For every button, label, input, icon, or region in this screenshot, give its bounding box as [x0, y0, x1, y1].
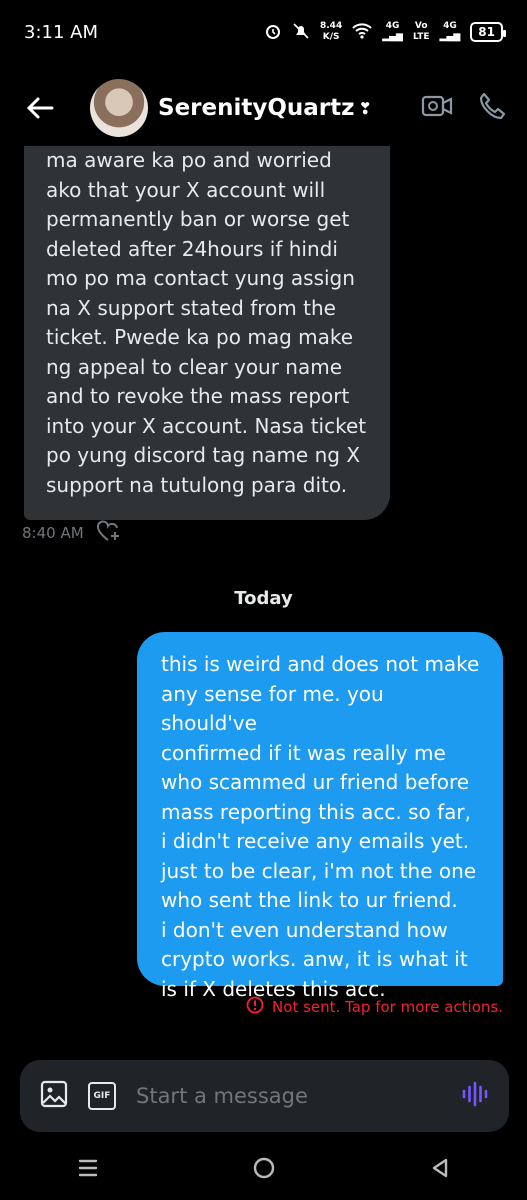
net-speed: 8.44 K/S [320, 21, 342, 43]
not-sent-text: Not sent. Tap for more actions. [272, 998, 503, 1016]
header-actions [421, 91, 507, 125]
signal-1: 4G ▂▄▆ [382, 21, 403, 42]
conversation-header: SerenityQuartz ❣ [0, 70, 527, 146]
back-nav-icon[interactable] [429, 1157, 451, 1183]
incoming-message-text: ma aware ka po and worried ako that your… [46, 148, 367, 497]
outgoing-message-bubble[interactable]: this is weird and does not make any sens… [137, 632, 503, 1001]
status-time: 3:11 AM [24, 21, 98, 43]
incoming-message-time: 8:40 AM [22, 524, 84, 542]
incoming-message-meta: 8:40 AM [22, 520, 122, 546]
signal-1-label: 4G [385, 21, 400, 31]
gif-label: GIF [93, 1091, 111, 1101]
back-arrow-icon[interactable] [20, 88, 60, 128]
outgoing-message-text: this is weird and does not make any sens… [161, 652, 480, 1001]
signal-2: 4G ▂▄▆ [439, 21, 461, 42]
message-input[interactable]: Start a message [136, 1084, 441, 1108]
contact-name[interactable]: SerenityQuartz [158, 95, 355, 121]
add-reaction-icon[interactable] [96, 520, 122, 546]
volte: Vo LTE [413, 21, 430, 43]
recent-apps-icon[interactable] [77, 1158, 99, 1182]
mute-icon [292, 22, 310, 43]
message-composer: GIF Start a message [20, 1060, 509, 1132]
status-bar: 3:11 AM 8.44 K/S 4G ▂▄▆ Vo LTE 4G ▂▄▆ 81 [0, 0, 527, 64]
signal-2-label: 4G [443, 21, 457, 31]
system-nav-bar [0, 1140, 527, 1200]
incoming-message-bubble[interactable]: ma aware ka po and worried ako that your… [24, 146, 390, 520]
net-speed-value: 8.44 [320, 21, 343, 31]
wifi-icon [352, 22, 372, 42]
alarm-icon [264, 22, 282, 43]
error-icon [246, 996, 264, 1018]
phone-icon[interactable] [477, 91, 507, 125]
day-separator: Today [234, 588, 293, 609]
avatar[interactable] [90, 79, 148, 137]
gif-icon[interactable]: GIF [88, 1082, 116, 1110]
image-icon[interactable] [40, 1080, 68, 1112]
volte-bottom: LTE [412, 32, 430, 42]
volte-top: Vo [414, 21, 428, 31]
heart-badge-icon: ❣ [358, 98, 372, 118]
not-sent-status[interactable]: Not sent. Tap for more actions. [246, 996, 503, 1018]
battery-indicator: 81 [470, 22, 506, 42]
status-icons: 8.44 K/S 4G ▂▄▆ Vo LTE 4G ▂▄▆ 81 [264, 21, 506, 43]
video-icon[interactable] [421, 93, 453, 123]
net-speed-unit: K/S [322, 32, 340, 42]
voice-message-icon[interactable] [461, 1080, 489, 1112]
home-icon[interactable] [252, 1156, 276, 1184]
